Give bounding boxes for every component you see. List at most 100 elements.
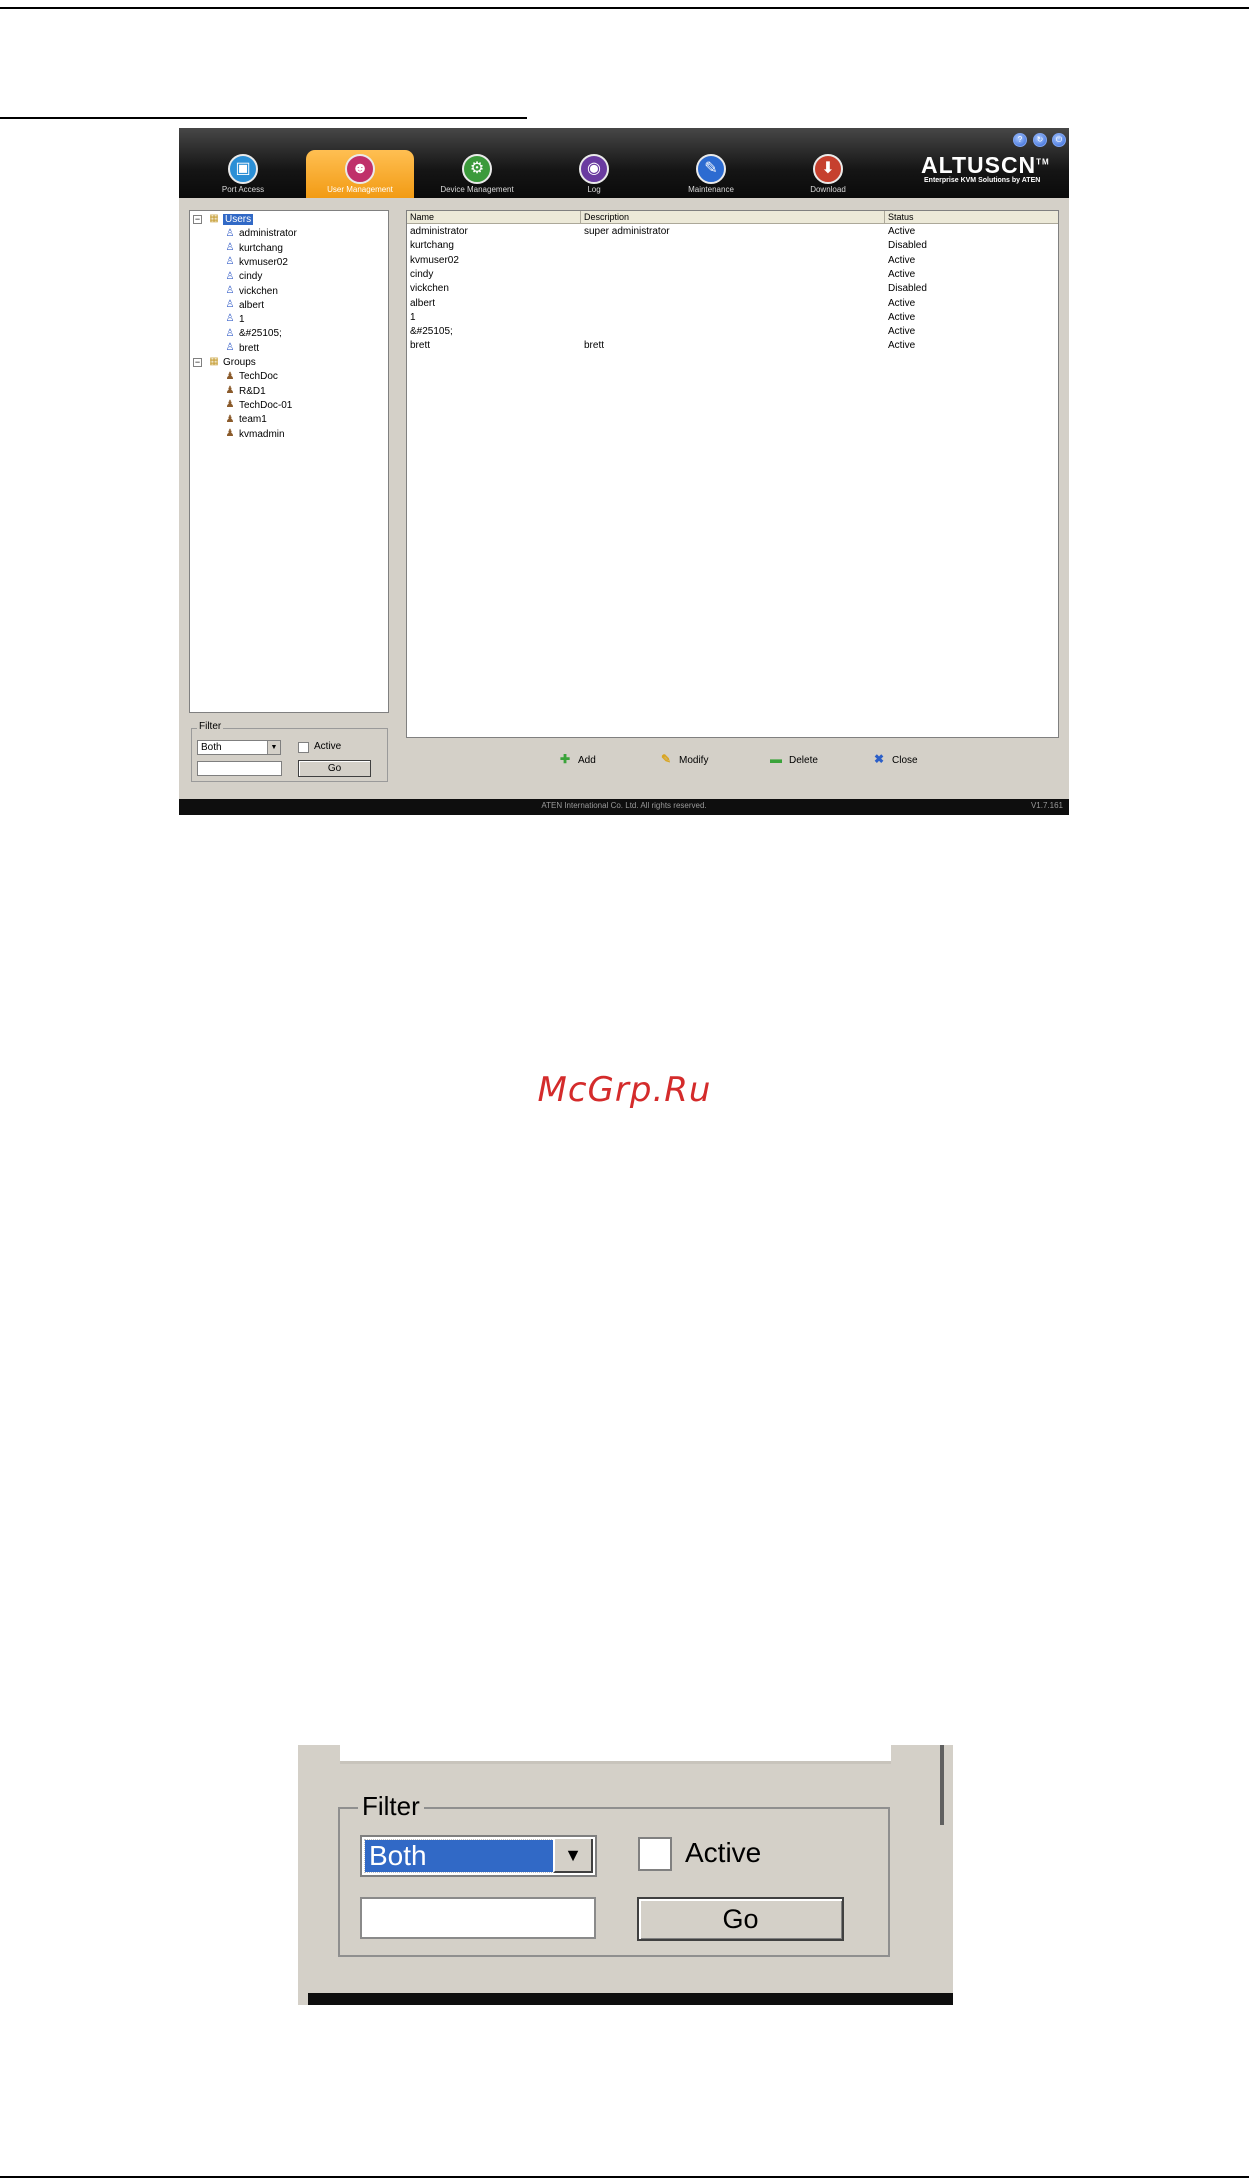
delete-button[interactable]: ▬ Delete: [769, 751, 818, 767]
collapse-toggle-icon[interactable]: −: [193, 215, 202, 224]
users-folder-icon: ▦: [209, 213, 219, 225]
filter-text-input[interactable]: [197, 761, 282, 776]
active-checkbox[interactable]: [638, 1837, 672, 1871]
users-icon: ☻: [345, 154, 375, 184]
tree-item-user[interactable]: ♙ brett: [224, 342, 260, 356]
column-header-status[interactable]: Status: [885, 211, 1058, 224]
table-row[interactable]: 1 Active: [407, 311, 1058, 325]
tree-item-user[interactable]: ♙ albert: [224, 299, 265, 313]
go-button[interactable]: Go: [298, 760, 371, 777]
column-header-description[interactable]: Description: [581, 211, 885, 224]
chevron-down-icon[interactable]: ▼: [267, 741, 280, 754]
tree-item-label: cindy: [239, 271, 263, 283]
logout-icon[interactable]: ⏻: [1052, 133, 1066, 147]
cell-name: administrator: [410, 226, 468, 237]
nav-tab-label: Device Management: [440, 185, 514, 194]
cell-status: Active: [888, 340, 916, 352]
table-row[interactable]: albert Active: [407, 297, 1058, 311]
tree-panel-edge: [340, 1745, 891, 1761]
tree-node-groups[interactable]: − ▦ Groups: [193, 356, 256, 370]
cell-description: brett: [584, 340, 605, 352]
tree-item-group[interactable]: ♟ TechDoc-01: [224, 399, 293, 413]
maintenance-icon: ✎: [696, 154, 726, 184]
close-icon: ✖: [873, 752, 885, 766]
tree-item-group[interactable]: ♟ TechDoc: [224, 370, 278, 384]
nav-tab-user-management[interactable]: ☻ User Management: [306, 150, 414, 198]
section-underline: [0, 117, 527, 119]
table-row[interactable]: &#25105; Active: [407, 325, 1058, 339]
cell-name: kvmuser02: [410, 254, 459, 266]
tree-item-label: Groups: [223, 357, 256, 368]
table-row[interactable]: kurtchang Disabled: [407, 239, 1058, 253]
nav-tab-label: Maintenance: [688, 185, 734, 194]
collapse-toggle-icon[interactable]: −: [193, 358, 202, 367]
group-icon: ♟: [225, 427, 235, 439]
filter-type-select[interactable]: Both ▼: [197, 740, 281, 755]
cell-status: Active: [888, 254, 916, 266]
cell-status: Active: [888, 326, 916, 338]
user-icon: ♙: [225, 284, 235, 296]
nav-tab-port-access[interactable]: ▣ Port Access: [189, 150, 297, 198]
tree-item-label: R&D1: [239, 385, 266, 397]
filter-type-select[interactable]: Both ▼: [360, 1835, 597, 1877]
nav-tab-label: Download: [810, 185, 846, 194]
nav-tab-label: Port Access: [221, 185, 265, 194]
user-icon: ♙: [225, 227, 235, 239]
cell-name: kurtchang: [410, 240, 454, 252]
table-row[interactable]: vickchen Disabled: [407, 282, 1058, 296]
watermark: McGrp.Ru: [537, 1070, 712, 1110]
tree-item-user[interactable]: ♙ kvmuser02: [224, 256, 288, 270]
filter-type-value: Both: [364, 1839, 554, 1873]
user-group-tree: − ▦ Users ♙ administrator ♙ kurtchang ♙ kvmuser0…: [189, 210, 389, 713]
tree-item-label: kvmadmin: [239, 428, 285, 440]
user-icon: ♙: [225, 270, 235, 282]
nav-tab-download[interactable]: ⬇ Download: [774, 150, 882, 198]
table-row[interactable]: brett brett Active: [407, 339, 1058, 353]
chevron-down-icon[interactable]: ▼: [553, 1839, 593, 1873]
tree-item-group[interactable]: ♟ R&D1: [224, 385, 266, 399]
tree-item-group[interactable]: ♟ team1: [224, 413, 267, 427]
table-row[interactable]: kvmuser02 Active: [407, 254, 1058, 268]
tree-item-group[interactable]: ♟ kvmadmin: [224, 428, 285, 442]
group-icon: ♟: [225, 370, 235, 382]
user-icon: ♙: [225, 299, 235, 311]
active-checkbox-label: Active: [685, 1837, 762, 1868]
nav-tab-label: User Management: [327, 185, 393, 194]
tree-item-label: kvmuser02: [239, 256, 288, 268]
tree-item-user[interactable]: ♙ administrator: [224, 227, 297, 241]
filter-panel: Filter Both ▼ Active Go: [338, 1790, 890, 1957]
tree-item-user[interactable]: ♙ &#25105;: [224, 327, 282, 341]
tree-item-label: TechDoc: [239, 371, 278, 383]
tree-node-users[interactable]: − ▦ Users: [193, 213, 254, 227]
add-button[interactable]: ✚ Add: [558, 751, 596, 767]
tree-item-label: team1: [239, 414, 267, 426]
nav-tab-device-management[interactable]: ⚙ Device Management: [423, 150, 531, 198]
go-button[interactable]: Go: [637, 1897, 844, 1941]
app-header: ▣ Port Access ☻ User Management ⚙ Device Mana…: [179, 128, 1069, 198]
cell-status: Active: [888, 297, 916, 309]
help-icon[interactable]: ?: [1013, 133, 1027, 147]
modify-button[interactable]: ✎ Modify: [659, 751, 708, 767]
download-icon: ⬇: [813, 154, 843, 184]
user-icon: ♙: [225, 256, 235, 268]
tree-item-label: vickchen: [239, 285, 278, 297]
close-button[interactable]: ✖ Close: [872, 751, 918, 767]
column-header-name[interactable]: Name: [407, 211, 581, 224]
tree-item-user[interactable]: ♙ cindy: [224, 270, 263, 284]
refresh-icon[interactable]: ↻: [1033, 133, 1047, 147]
active-checkbox-label: Active: [314, 741, 342, 752]
nav-tab-log[interactable]: ◉ Log: [540, 150, 648, 198]
tree-item-label: &#25105;: [239, 328, 282, 340]
tree-item-user[interactable]: ♙ vickchen: [224, 285, 278, 299]
table-row[interactable]: administrator super administrator Active: [407, 225, 1058, 239]
tree-item-label: TechDoc-01: [239, 399, 293, 411]
tree-item-user[interactable]: ♙ 1: [224, 313, 245, 327]
tree-item-user[interactable]: ♙ kurtchang: [224, 242, 283, 256]
cell-name: vickchen: [410, 283, 449, 295]
nav-tab-maintenance[interactable]: ✎ Maintenance: [657, 150, 765, 198]
active-checkbox[interactable]: [298, 742, 309, 753]
filter-text-input[interactable]: [360, 1897, 596, 1939]
cell-name: 1: [410, 311, 416, 323]
table-row[interactable]: cindy Active: [407, 268, 1058, 282]
nav-tab-label: Log: [587, 185, 601, 194]
